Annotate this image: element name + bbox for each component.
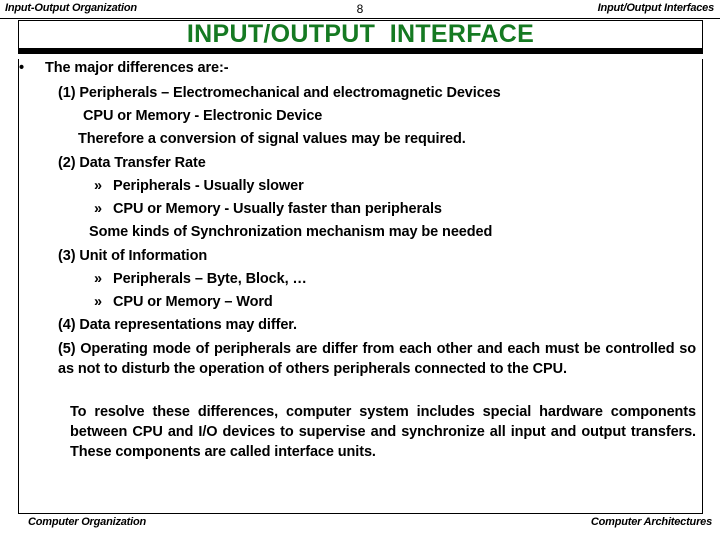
slide-content: • The major differences are:- (1) Periph…	[0, 59, 720, 514]
list-item-2b: CPU or Memory - Usually faster than peri…	[113, 201, 442, 217]
double-chevron-icon-3: »	[94, 271, 103, 287]
header-right-label: Input/Output Interfaces	[597, 2, 715, 14]
bullet-point-icon: •	[19, 60, 25, 76]
double-chevron-icon-2: »	[94, 201, 103, 217]
list-item-3b: CPU or Memory – Word	[113, 294, 273, 310]
list-item-4: (4) Data representations may differ.	[58, 317, 297, 333]
list-item-5-paragraph: (5) Operating mode of peripherals are di…	[58, 341, 696, 377]
footer-left-label: Computer Organization	[28, 516, 147, 528]
footer-right-label: Computer Architectures	[590, 516, 712, 528]
list-item-2a: Peripherals - Usually slower	[113, 178, 304, 194]
closing-paragraph: To resolve these differences, computer s…	[70, 404, 696, 460]
double-chevron-icon-4: »	[94, 294, 103, 310]
slide-title-box: INPUT/OUTPUT INTERFACE	[18, 20, 703, 54]
list-item-1c: Therefore a conversion of signal values …	[78, 131, 466, 147]
list-item-1: (1) Peripherals – Electromechanical and …	[58, 85, 501, 101]
list-item-2: (2) Data Transfer Rate	[58, 155, 206, 171]
slide-header: Input-Output Organization 8 Input/Output…	[0, 0, 720, 19]
list-item-intro: The major differences are:-	[45, 60, 229, 76]
slide-footer: Computer Organization Computer Architect…	[0, 516, 720, 534]
list-item-3: (3) Unit of Information	[58, 248, 208, 264]
page-title: INPUT/OUTPUT INTERFACE	[186, 20, 535, 48]
list-item-3a: Peripherals – Byte, Block, …	[113, 271, 307, 287]
list-item-2c: Some kinds of Synchronization mechanism …	[89, 224, 493, 240]
list-item-1b: CPU or Memory - Electronic Device	[83, 108, 323, 124]
double-chevron-icon-1: »	[94, 178, 103, 194]
